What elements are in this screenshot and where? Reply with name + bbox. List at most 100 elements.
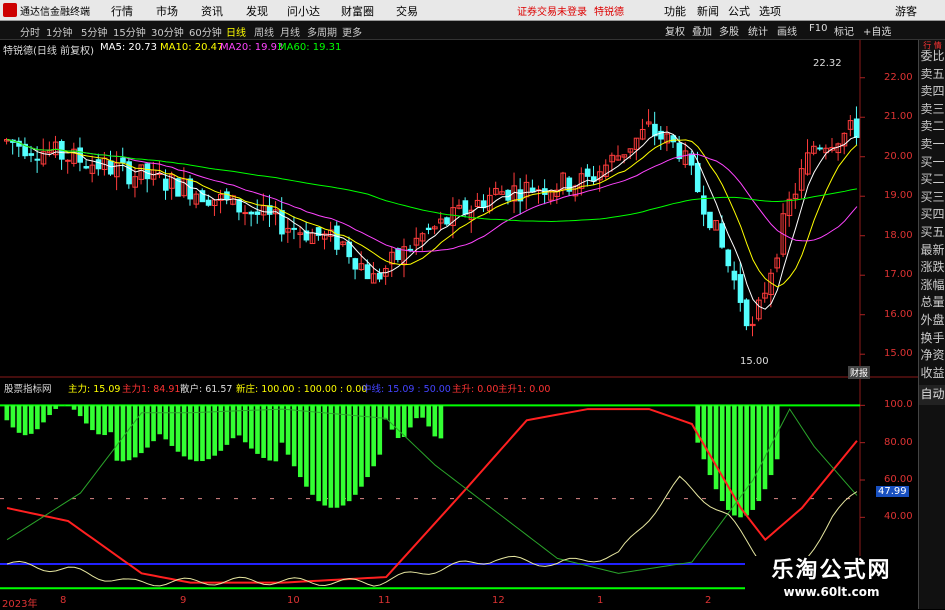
- sidebar-item[interactable]: 买五: [919, 224, 945, 242]
- candle-body: [29, 154, 34, 156]
- indicator-bar: [41, 405, 46, 422]
- sidebar-item[interactable]: 涨跌: [919, 259, 945, 277]
- indicator-bar: [408, 405, 413, 427]
- indicator-bar: [316, 405, 321, 501]
- sidebar-item[interactable]: 卖三: [919, 101, 945, 119]
- candle-body: [267, 206, 272, 215]
- indicator-bar: [267, 405, 272, 460]
- sidebar-item[interactable]: 净资: [919, 347, 945, 365]
- indicator-current-value: 47.99: [876, 486, 909, 497]
- sidebar-item[interactable]: 买二: [919, 171, 945, 189]
- indicator-bar: [286, 405, 291, 454]
- sidebar-item[interactable]: 卖二: [919, 118, 945, 136]
- indicator-bar: [261, 405, 266, 458]
- sidebar-item[interactable]: 委比: [919, 48, 945, 66]
- price-tick-label: 18.00: [884, 230, 913, 241]
- date-label: 11: [378, 595, 391, 606]
- sidebar-item[interactable]: 卖四: [919, 83, 945, 101]
- candle-body: [243, 213, 248, 214]
- candle-body: [445, 218, 450, 224]
- indicator-bar: [5, 405, 10, 420]
- price-tick-label: 16.00: [884, 309, 913, 320]
- price-tick-label: 20.00: [884, 151, 913, 162]
- indicator-bar: [90, 405, 95, 430]
- indicator-bar: [329, 405, 334, 507]
- quote-sidebar: 行 情 委比卖五卖四卖三卖二卖一买一买二买三买四买五最新涨跌涨幅总量外盘换手净资…: [918, 40, 945, 609]
- candle-body: [408, 249, 413, 250]
- candle-body: [35, 159, 40, 160]
- indicator-bar: [212, 405, 217, 455]
- sidebar-item[interactable]: 最新: [919, 242, 945, 260]
- candle-body: [738, 275, 743, 303]
- candle-body: [377, 273, 382, 279]
- indicator-bar: [35, 405, 40, 429]
- sidebar-item[interactable]: 外盘: [919, 312, 945, 330]
- indicator-bar: [702, 405, 707, 459]
- indicator-bar: [280, 405, 285, 442]
- indicator-bar: [115, 405, 120, 460]
- indicator-bar: [84, 405, 89, 423]
- price-tick-label: 17.00: [884, 269, 913, 280]
- sidebar-item[interactable]: 收益: [919, 365, 945, 383]
- indicator-bar: [757, 405, 762, 501]
- indicator-bar: [420, 405, 425, 417]
- indicator-bar: [127, 405, 132, 460]
- indicator-bar: [274, 405, 279, 461]
- indicator-name[interactable]: 股票指标网: [4, 381, 52, 395]
- indicator-bar: [157, 405, 162, 434]
- sidebar-item[interactable]: 总量: [919, 294, 945, 312]
- indicator-info-bar: 股票指标网 主力: 15.09 主力1: 84.91 散户: 61.57 新庄:…: [0, 380, 880, 394]
- caibao-badge[interactable]: 财报: [848, 366, 870, 379]
- indicator-bar: [439, 405, 444, 438]
- indicator-bar: [396, 405, 401, 438]
- indicator-bar: [708, 405, 713, 475]
- indicator-bar: [769, 405, 774, 475]
- sidebar-item[interactable]: 涨幅: [919, 277, 945, 295]
- price-tick-label: 15.00: [884, 348, 913, 359]
- sidebar-item[interactable]: 买四: [919, 206, 945, 224]
- zhuli1-value: 主力1: 84.91: [122, 381, 180, 395]
- candle-body: [463, 201, 468, 214]
- price-tick-label: 22.00: [884, 72, 913, 83]
- sidebar-item[interactable]: 买三: [919, 189, 945, 207]
- indicator-bar: [47, 405, 52, 415]
- sidebar-item[interactable]: 卖五: [919, 66, 945, 84]
- indicator-bar: [353, 405, 358, 494]
- indicator-bar: [298, 405, 303, 477]
- indicator-bar: [744, 405, 749, 515]
- indicator-bar: [414, 405, 419, 418]
- indicator-bar: [96, 405, 101, 434]
- sidebar-auto[interactable]: 自动: [919, 385, 945, 405]
- indicator-bar: [304, 405, 309, 486]
- sidebar-item[interactable]: 买一: [919, 154, 945, 172]
- indicator-bar: [359, 405, 364, 486]
- indicator-bar: [108, 405, 113, 432]
- zhusheng-value: 主升: 0.00: [452, 381, 498, 395]
- indicator-bar: [133, 405, 138, 457]
- sidebar-item[interactable]: 换手: [919, 330, 945, 348]
- candle-body: [689, 154, 694, 165]
- indicator-bar: [371, 405, 376, 466]
- indicator-bar: [163, 405, 168, 439]
- indicator-bar: [714, 405, 719, 489]
- indicator-bar: [750, 405, 755, 510]
- zhusheng1-value: 主升1: 0.00: [498, 381, 550, 395]
- indicator-bar: [426, 405, 431, 426]
- candle-body: [96, 160, 101, 169]
- indicator-bar: [738, 405, 743, 517]
- indicator-bar: [310, 405, 315, 494]
- indicator-tick-label: 100.0: [884, 399, 913, 410]
- candle-body: [121, 158, 126, 162]
- chart-canvas[interactable]: [0, 0, 918, 609]
- indicator-bar: [121, 405, 126, 461]
- indicator-bar: [17, 405, 22, 432]
- date-label: 2023年: [2, 595, 37, 610]
- date-label: 8: [60, 595, 66, 606]
- indicator-bar: [72, 405, 77, 409]
- date-label: 12: [492, 595, 505, 606]
- indicator-bar: [377, 405, 382, 454]
- sidebar-item[interactable]: 卖一: [919, 136, 945, 154]
- candle-body: [708, 212, 713, 227]
- indicator-bar: [433, 405, 438, 436]
- indicator-bar: [102, 405, 107, 435]
